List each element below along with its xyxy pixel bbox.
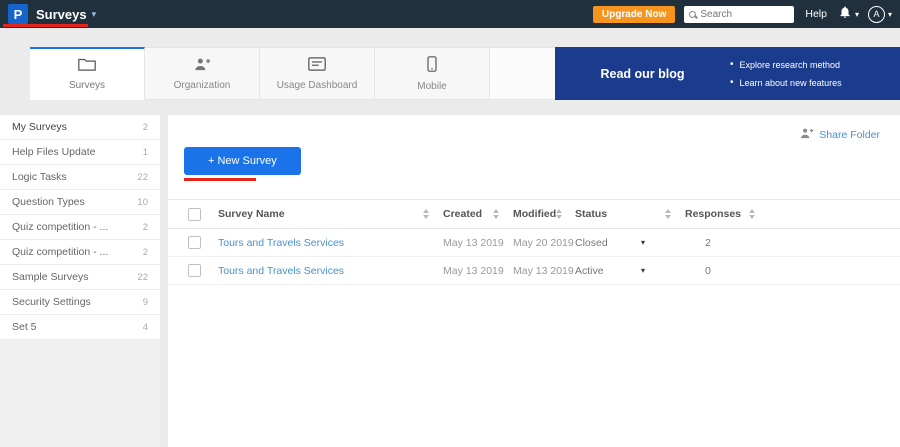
share-folder-link[interactable]: Share Folder (799, 127, 880, 142)
tab-surveys[interactable]: Surveys (30, 47, 145, 100)
chevron-down-icon (888, 10, 892, 19)
created-date: May 13 2019 (443, 237, 513, 249)
header-survey-name: Survey Name (218, 208, 443, 220)
person-add-icon (193, 57, 211, 74)
notifications-button[interactable] (838, 5, 859, 24)
folder-count: 2 (143, 222, 148, 233)
content-panel: Share Folder + New Survey Survey Name Cr… (168, 115, 900, 447)
folder-count: 9 (143, 297, 148, 308)
folder-count: 2 (143, 247, 148, 258)
status-value: Active (575, 265, 604, 277)
modified-date: May 20 2019 (513, 237, 575, 249)
bell-icon (838, 5, 852, 24)
folder-count: 10 (137, 197, 148, 208)
sort-icon[interactable] (556, 209, 562, 219)
responses-count: 2 (685, 237, 900, 249)
surveys-table: Survey Name Created Modified Status Resp… (168, 199, 900, 285)
sidebar-item-quiz-competition-1[interactable]: Quiz competition - ...2 (0, 215, 160, 240)
avatar: A (868, 6, 885, 23)
account-menu[interactable]: A (868, 6, 892, 23)
blog-bullets: Explore research method Learn about new … (730, 59, 842, 88)
sidebar-item-logic-tasks[interactable]: Logic Tasks22 (0, 165, 160, 190)
status-cell: Active (575, 265, 685, 277)
tab-strip-spacer (0, 47, 30, 100)
search-box[interactable] (684, 6, 794, 23)
tab-mobile[interactable]: Mobile (375, 47, 490, 100)
sidebar-gutter (160, 115, 168, 447)
sidebar-item-quiz-competition-2[interactable]: Quiz competition - ...2 (0, 240, 160, 265)
share-folder-label: Share Folder (819, 129, 880, 141)
main-area: My Surveys2 Help Files Update1 Logic Tas… (0, 115, 900, 447)
modified-date: May 13 2019 (513, 265, 575, 277)
header-responses: Responses (685, 208, 900, 220)
table-header-row: Survey Name Created Modified Status Resp… (168, 199, 900, 229)
blog-bullet: Explore research method (730, 59, 842, 70)
created-date: May 13 2019 (443, 265, 513, 277)
folder-count: 4 (143, 322, 148, 333)
responses-count: 0 (685, 265, 900, 277)
mobile-icon (427, 56, 437, 75)
top-bar: P Surveys Upgrade Now Help A (0, 0, 900, 28)
upgrade-now-button[interactable]: Upgrade Now (593, 6, 675, 23)
header-created: Created (443, 208, 513, 220)
sidebar-item-set-5[interactable]: Set 54 (0, 315, 160, 340)
row-checkbox[interactable] (188, 264, 201, 277)
tab-strip-filler (490, 47, 555, 100)
folders-sidebar: My Surveys2 Help Files Update1 Logic Tas… (0, 115, 160, 447)
status-cell: Closed (575, 237, 685, 249)
folder-count: 22 (137, 172, 148, 183)
sort-icon[interactable] (493, 209, 499, 219)
sidebar-item-question-types[interactable]: Question Types10 (0, 190, 160, 215)
sort-icon[interactable] (423, 209, 429, 219)
tab-label: Organization (174, 80, 231, 91)
blog-title[interactable]: Read our blog (555, 67, 730, 81)
status-value: Closed (575, 237, 608, 249)
tab-organization[interactable]: Organization (145, 47, 260, 100)
sidebar-item-security-settings[interactable]: Security Settings9 (0, 290, 160, 315)
sort-icon[interactable] (749, 209, 755, 219)
survey-name-link[interactable]: Tours and Travels Services (218, 237, 443, 249)
search-input[interactable] (700, 9, 789, 20)
tab-label: Mobile (417, 81, 446, 92)
chevron-down-icon[interactable] (92, 9, 97, 20)
survey-name-link[interactable]: Tours and Travels Services (218, 265, 443, 277)
header-modified: Modified (513, 208, 575, 220)
select-all-checkbox[interactable] (188, 208, 201, 221)
search-icon (689, 11, 696, 18)
app-logo[interactable]: P (8, 4, 28, 24)
sidebar-item-my-surveys[interactable]: My Surveys2 (0, 115, 160, 140)
help-link[interactable]: Help (805, 8, 827, 20)
table-row: Tours and Travels Services May 13 2019 M… (168, 229, 900, 257)
blog-bullet: Learn about new features (730, 77, 842, 88)
new-survey-button[interactable]: + New Survey (184, 147, 301, 175)
table-row: Tours and Travels Services May 13 2019 M… (168, 257, 900, 285)
tab-label: Surveys (69, 80, 105, 91)
blog-banner[interactable]: Read our blog Explore research method Le… (555, 47, 900, 100)
row-checkbox[interactable] (188, 236, 201, 249)
sidebar-item-sample-surveys[interactable]: Sample Surveys22 (0, 265, 160, 290)
person-add-icon (799, 127, 814, 142)
app-title[interactable]: Surveys (36, 7, 87, 22)
tab-strip: Surveys Organization Usage Dashboard Mob… (0, 47, 900, 100)
sidebar-item-help-files-update[interactable]: Help Files Update1 (0, 140, 160, 165)
folder-count: 22 (137, 272, 148, 283)
status-dropdown-icon[interactable] (641, 266, 645, 275)
tab-usage-dashboard[interactable]: Usage Dashboard (260, 47, 375, 100)
folder-count: 1 (143, 147, 148, 158)
folder-count: 2 (143, 122, 148, 133)
sort-icon[interactable] (665, 209, 671, 219)
annotation-underline (184, 178, 256, 181)
annotation-underline (3, 24, 88, 27)
tab-label: Usage Dashboard (277, 80, 358, 91)
dashboard-icon (308, 57, 326, 74)
folder-icon (78, 57, 96, 74)
status-dropdown-icon[interactable] (641, 238, 645, 247)
chevron-down-icon (855, 10, 859, 19)
header-status: Status (575, 208, 685, 220)
